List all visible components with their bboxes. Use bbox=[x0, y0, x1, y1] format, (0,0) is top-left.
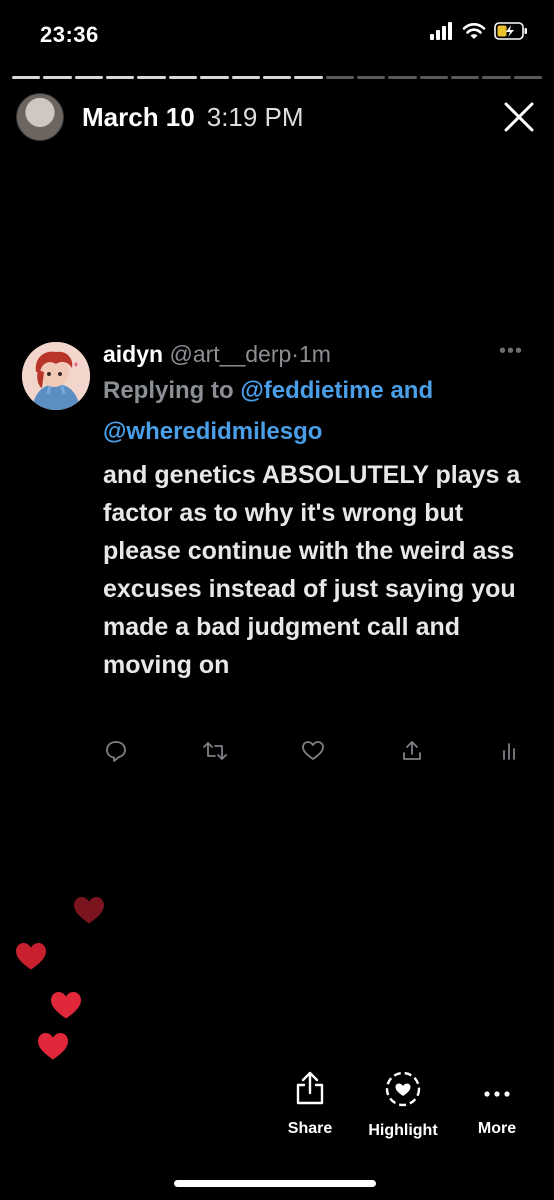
progress-segment bbox=[388, 76, 417, 79]
progress-segment bbox=[325, 76, 354, 79]
share-button[interactable]: Share bbox=[282, 1070, 338, 1138]
progress-segment bbox=[168, 76, 198, 79]
reaction-heart-icon bbox=[74, 897, 104, 924]
progress-segment bbox=[12, 76, 41, 79]
retweet-icon bbox=[202, 742, 227, 760]
wifi-icon bbox=[462, 23, 486, 39]
tweet-avatar[interactable] bbox=[22, 342, 90, 410]
progress-segment bbox=[513, 76, 543, 79]
share-tweet-button[interactable] bbox=[399, 738, 425, 764]
home-indicator[interactable] bbox=[174, 1180, 376, 1187]
more-options-icon[interactable]: ••• bbox=[499, 340, 523, 363]
progress-segment bbox=[451, 76, 480, 79]
tweet-author-name[interactable]: aidyn bbox=[103, 341, 163, 367]
tweet-author-handle[interactable]: @art__derp bbox=[169, 341, 291, 367]
status-time: 23:36 bbox=[40, 22, 99, 47]
like-button[interactable] bbox=[300, 738, 326, 764]
share-icon bbox=[402, 741, 421, 760]
reply-icon bbox=[106, 741, 126, 762]
progress-segment bbox=[74, 76, 104, 79]
close-icon bbox=[504, 102, 534, 132]
progress-segment bbox=[200, 76, 229, 79]
reaction-heart-icon bbox=[51, 992, 81, 1019]
signal-icon bbox=[430, 22, 452, 40]
share-label: Share bbox=[287, 1120, 333, 1137]
analytics-button[interactable] bbox=[497, 738, 523, 764]
tweet-separator: · bbox=[291, 341, 299, 367]
replying-to-line: Replying to @feddietime and @wheredidmil… bbox=[103, 370, 523, 452]
story-progress-bar bbox=[12, 76, 543, 79]
progress-segment bbox=[137, 76, 166, 79]
more-icon bbox=[484, 1091, 510, 1097]
more-label: More bbox=[477, 1120, 517, 1137]
status-icons bbox=[430, 22, 528, 40]
story-date: March 10 bbox=[82, 101, 195, 132]
analytics-icon bbox=[503, 743, 515, 760]
reaction-heart-icon bbox=[38, 1033, 68, 1060]
like-icon bbox=[302, 741, 324, 760]
highlight-label: Highlight bbox=[368, 1122, 438, 1139]
share-icon bbox=[296, 1071, 324, 1105]
reply-button[interactable] bbox=[103, 738, 129, 764]
progress-segment bbox=[106, 76, 135, 79]
status-bar: 23:36 bbox=[0, 0, 554, 70]
avatar[interactable] bbox=[16, 93, 64, 141]
progress-segment bbox=[43, 76, 72, 79]
replying-to-label: Replying to bbox=[103, 377, 234, 404]
progress-segment bbox=[231, 76, 260, 79]
progress-segment bbox=[482, 76, 511, 79]
highlight-heart-icon bbox=[385, 1071, 421, 1107]
retweet-button[interactable] bbox=[202, 738, 228, 764]
tweet-timestamp: 1m bbox=[298, 341, 331, 367]
tweet-text: and genetics ABSOLUTELY plays a factor a… bbox=[103, 461, 521, 679]
mention-link[interactable]: @wheredidmilesgo bbox=[103, 418, 322, 445]
story-header: March 10 3:19 PM bbox=[16, 93, 538, 141]
more-button[interactable]: More bbox=[474, 1070, 520, 1138]
battery-icon bbox=[494, 22, 527, 40]
avatar-illustration-icon bbox=[22, 342, 90, 410]
reaction-heart-icon bbox=[16, 943, 46, 970]
progress-segment bbox=[356, 76, 386, 79]
tweet-actions bbox=[103, 738, 523, 764]
progress-segment bbox=[294, 76, 323, 79]
progress-segment bbox=[262, 76, 292, 79]
story-time: 3:19 PM bbox=[206, 101, 304, 132]
progress-segment bbox=[419, 76, 449, 79]
close-button[interactable] bbox=[500, 98, 538, 136]
mention-and[interactable]: and bbox=[390, 377, 433, 404]
mention-link[interactable]: @feddietime bbox=[240, 377, 383, 404]
highlight-button[interactable]: Highlight bbox=[363, 1070, 443, 1140]
tweet-author-line: aidyn @art__derp·1m bbox=[103, 338, 523, 370]
